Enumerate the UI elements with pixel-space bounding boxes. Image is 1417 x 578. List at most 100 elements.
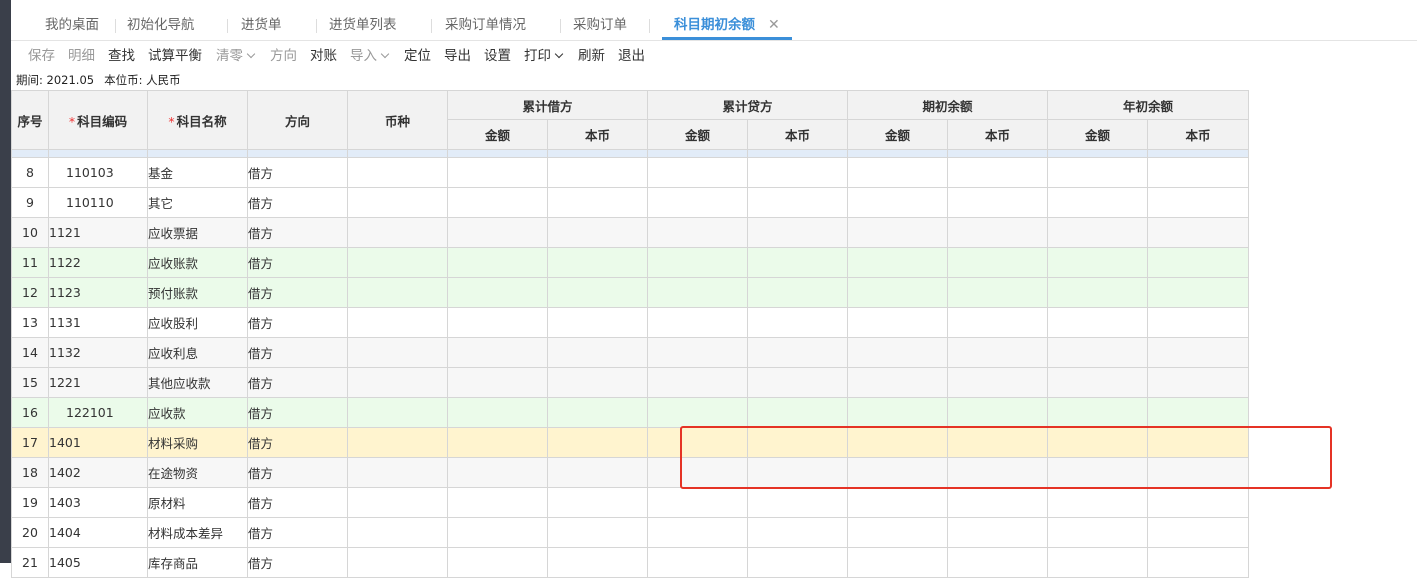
- table-row[interactable]: 11 1122 应收账款 借方: [11, 247, 1250, 278]
- account-code-cell[interactable]: 1121: [48, 217, 148, 248]
- table-row[interactable]: 20 1404 材料成本差异 借方: [11, 517, 1250, 548]
- opening-local-cell[interactable]: [947, 457, 1049, 488]
- cum-debit-amount-cell[interactable]: [447, 397, 548, 428]
- cum-debit-local-cell[interactable]: [546, 457, 649, 488]
- cum-credit-local-cell[interactable]: [747, 247, 849, 278]
- account-code-cell[interactable]: 1402: [48, 457, 148, 488]
- year-opening-amount-cell[interactable]: [1047, 277, 1149, 308]
- account-code-cell[interactable]: 110110: [48, 187, 148, 218]
- direction-cell[interactable]: 借方: [247, 517, 348, 548]
- account-name-cell[interactable]: 应收款: [147, 397, 248, 428]
- year-opening-amount-cell[interactable]: [1047, 517, 1149, 548]
- opening-local-cell[interactable]: [947, 217, 1049, 248]
- cum-debit-amount-cell[interactable]: [447, 217, 548, 248]
- cum-credit-amount-cell[interactable]: [647, 187, 749, 218]
- account-code-cell[interactable]: 1404: [48, 517, 148, 548]
- account-name-cell[interactable]: 材料成本差异: [147, 517, 248, 548]
- account-name-cell[interactable]: 基金: [147, 157, 248, 188]
- direction-cell[interactable]: 借方: [247, 187, 348, 218]
- direction-cell[interactable]: 借方: [247, 487, 348, 518]
- cum-credit-amount-cell[interactable]: [647, 487, 749, 518]
- opening-amount-cell[interactable]: [847, 217, 949, 248]
- cum-credit-amount-cell[interactable]: [647, 367, 749, 398]
- direction-cell[interactable]: 借方: [247, 217, 348, 248]
- cum-credit-local-cell[interactable]: [747, 487, 849, 518]
- currency-cell[interactable]: [347, 457, 448, 488]
- header-direction[interactable]: 方向: [247, 90, 348, 150]
- account-code-cell[interactable]: 110103: [48, 157, 148, 188]
- account-name-cell[interactable]: 应收利息: [147, 337, 248, 368]
- account-name-cell[interactable]: 预付账款: [147, 277, 248, 308]
- year-opening-local-cell[interactable]: [1147, 487, 1250, 518]
- cum-credit-local-cell[interactable]: [747, 427, 849, 458]
- currency-cell[interactable]: [347, 517, 448, 548]
- cum-debit-local-cell[interactable]: [546, 427, 649, 458]
- direction-button[interactable]: 方向: [270, 41, 297, 72]
- opening-local-cell[interactable]: [947, 337, 1049, 368]
- year-opening-local-cell[interactable]: [1147, 367, 1250, 398]
- opening-amount-cell[interactable]: [847, 247, 949, 278]
- opening-local-cell[interactable]: [947, 487, 1049, 518]
- opening-amount-cell[interactable]: [847, 307, 949, 338]
- currency-cell[interactable]: [347, 307, 448, 338]
- year-opening-local-cell[interactable]: [1147, 457, 1250, 488]
- cum-credit-amount-cell[interactable]: [647, 277, 749, 308]
- currency-cell[interactable]: [347, 187, 448, 218]
- tab-purchase-receipt-list[interactable]: 进货单列表: [329, 8, 397, 40]
- refresh-button[interactable]: 刷新: [578, 41, 605, 72]
- tab-purchase-receipt[interactable]: 进货单: [241, 8, 282, 40]
- year-opening-amount-cell[interactable]: [1047, 337, 1149, 368]
- direction-cell[interactable]: 借方: [247, 337, 348, 368]
- cum-credit-amount-cell[interactable]: [647, 157, 749, 188]
- account-name-cell[interactable]: 其它: [147, 187, 248, 218]
- opening-amount-cell[interactable]: [847, 427, 949, 458]
- tab-purchase-order-status[interactable]: 采购订单情况: [445, 8, 526, 40]
- cum-debit-amount-cell[interactable]: [447, 427, 548, 458]
- account-name-cell[interactable]: 应收股利: [147, 307, 248, 338]
- table-row[interactable]: 13 1131 应收股利 借方: [11, 307, 1250, 338]
- year-opening-local-cell[interactable]: [1147, 247, 1250, 278]
- cum-credit-amount-cell[interactable]: [647, 337, 749, 368]
- currency-cell[interactable]: [347, 247, 448, 278]
- table-row[interactable]: 8 110103 基金 借方: [11, 157, 1250, 188]
- account-code-cell[interactable]: 1122: [48, 247, 148, 278]
- account-code-cell[interactable]: 1131: [48, 307, 148, 338]
- currency-cell[interactable]: [347, 337, 448, 368]
- cum-credit-local-cell[interactable]: [747, 187, 849, 218]
- cum-debit-amount-cell[interactable]: [447, 517, 548, 548]
- cum-debit-amount-cell[interactable]: [447, 367, 548, 398]
- table-row[interactable]: 17 1401 材料采购 借方: [11, 427, 1250, 458]
- cum-credit-local-cell[interactable]: [747, 337, 849, 368]
- cum-credit-amount-cell[interactable]: [647, 307, 749, 338]
- year-opening-amount-cell[interactable]: [1047, 367, 1149, 398]
- account-code-cell[interactable]: 1123: [48, 277, 148, 308]
- year-opening-local-cell[interactable]: [1147, 397, 1250, 428]
- find-button[interactable]: 查找: [108, 41, 135, 72]
- account-name-cell[interactable]: 其他应收款: [147, 367, 248, 398]
- export-button[interactable]: 导出: [444, 41, 471, 72]
- cum-debit-amount-cell[interactable]: [447, 487, 548, 518]
- save-button[interactable]: 保存: [28, 41, 55, 72]
- opening-amount-cell[interactable]: [847, 277, 949, 308]
- year-opening-amount-cell[interactable]: [1047, 217, 1149, 248]
- opening-local-cell[interactable]: [947, 307, 1049, 338]
- year-opening-amount-cell[interactable]: [1047, 427, 1149, 458]
- year-opening-amount-cell[interactable]: [1047, 397, 1149, 428]
- cum-credit-amount-cell[interactable]: [647, 457, 749, 488]
- cum-credit-local-cell[interactable]: [747, 367, 849, 398]
- cum-debit-local-cell[interactable]: [546, 187, 649, 218]
- currency-cell[interactable]: [347, 487, 448, 518]
- account-code-cell[interactable]: 1221: [48, 367, 148, 398]
- opening-local-cell[interactable]: [947, 367, 1049, 398]
- opening-amount-cell[interactable]: [847, 457, 949, 488]
- currency-cell[interactable]: [347, 397, 448, 428]
- currency-cell[interactable]: [347, 277, 448, 308]
- table-row[interactable]: 19 1403 原材料 借方: [11, 487, 1250, 518]
- direction-cell[interactable]: 借方: [247, 367, 348, 398]
- account-name-cell[interactable]: 应收账款: [147, 247, 248, 278]
- cum-debit-amount-cell[interactable]: [447, 307, 548, 338]
- cum-credit-local-cell[interactable]: [747, 457, 849, 488]
- account-name-cell[interactable]: 在途物资: [147, 457, 248, 488]
- reconcile-button[interactable]: 对账: [310, 41, 337, 72]
- opening-amount-cell[interactable]: [847, 187, 949, 218]
